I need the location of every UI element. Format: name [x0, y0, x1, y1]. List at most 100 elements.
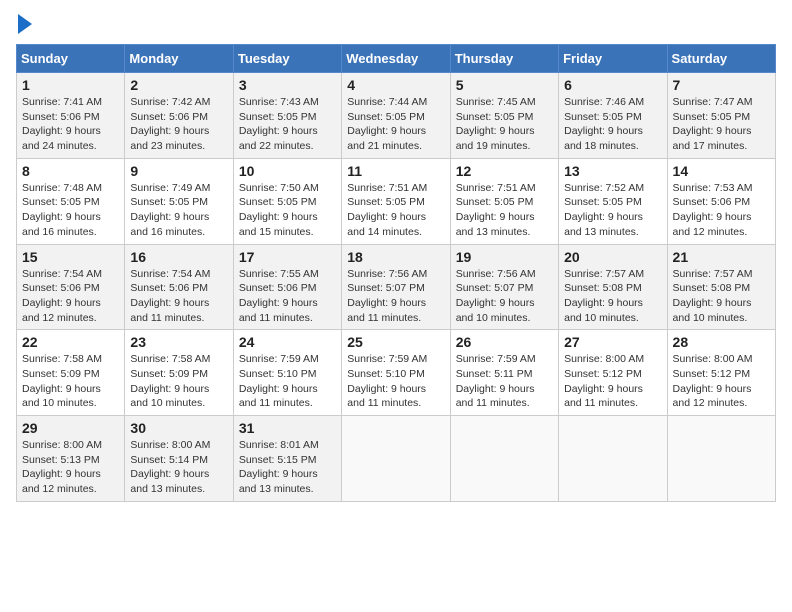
- calendar-cell: 28 Sunrise: 8:00 AMSunset: 5:12 PMDayligh…: [667, 330, 775, 416]
- day-of-week-header: Friday: [559, 45, 667, 73]
- day-detail: Sunrise: 7:50 AMSunset: 5:05 PMDaylight:…: [239, 181, 336, 240]
- calendar-cell: 16Sunrise: 7:54 AMSunset: 5:06 PMDayligh…: [125, 244, 233, 330]
- day-number: 25: [347, 334, 444, 350]
- calendar-cell: 9 Sunrise: 7:49 AMSunset: 5:05 PMDaylight…: [125, 158, 233, 244]
- day-number: 4: [347, 77, 444, 93]
- day-number: 8: [22, 163, 119, 179]
- day-detail: Sunrise: 7:51 AMSunset: 5:05 PMDaylight:…: [347, 181, 444, 240]
- day-of-week-header: Saturday: [667, 45, 775, 73]
- day-number: 22: [22, 334, 119, 350]
- day-number: 21: [673, 249, 770, 265]
- day-number: 1: [22, 77, 119, 93]
- day-detail: Sunrise: 7:44 AMSunset: 5:05 PMDaylight:…: [347, 95, 444, 154]
- calendar-cell: [342, 416, 450, 502]
- day-detail: Sunrise: 7:56 AMSunset: 5:07 PMDaylight:…: [347, 267, 444, 326]
- day-detail: Sunrise: 7:55 AMSunset: 5:06 PMDaylight:…: [239, 267, 336, 326]
- day-number: 15: [22, 249, 119, 265]
- day-detail: Sunrise: 7:42 AMSunset: 5:06 PMDaylight:…: [130, 95, 227, 154]
- day-detail: Sunrise: 7:56 AMSunset: 5:07 PMDaylight:…: [456, 267, 553, 326]
- day-detail: Sunrise: 7:45 AMSunset: 5:05 PMDaylight:…: [456, 95, 553, 154]
- calendar-week-row: 22 Sunrise: 7:58 AMSunset: 5:09 PMDayligh…: [17, 330, 776, 416]
- day-number: 29: [22, 420, 119, 436]
- day-detail: Sunrise: 7:46 AMSunset: 5:05 PMDaylight:…: [564, 95, 661, 154]
- day-number: 10: [239, 163, 336, 179]
- day-detail: Sunrise: 8:00 AMSunset: 5:13 PMDaylight:…: [22, 438, 119, 497]
- day-detail: Sunrise: 7:57 AMSunset: 5:08 PMDaylight:…: [564, 267, 661, 326]
- day-number: 14: [673, 163, 770, 179]
- day-detail: Sunrise: 7:54 AMSunset: 5:06 PMDaylight:…: [22, 267, 119, 326]
- calendar-cell: 25 Sunrise: 7:59 AMSunset: 5:10 PMDayligh…: [342, 330, 450, 416]
- day-number: 19: [456, 249, 553, 265]
- day-number: 28: [673, 334, 770, 350]
- calendar-cell: 31 Sunrise: 8:01 AMSunset: 5:15 PMDayligh…: [233, 416, 341, 502]
- calendar-week-row: 15 Sunrise: 7:54 AMSunset: 5:06 PMDayligh…: [17, 244, 776, 330]
- calendar-cell: 23 Sunrise: 7:58 AMSunset: 5:09 PMDayligh…: [125, 330, 233, 416]
- day-number: 20: [564, 249, 661, 265]
- calendar-cell: 29 Sunrise: 8:00 AMSunset: 5:13 PMDayligh…: [17, 416, 125, 502]
- calendar-cell: 10 Sunrise: 7:50 AMSunset: 5:05 PMDayligh…: [233, 158, 341, 244]
- calendar-cell: 6 Sunrise: 7:46 AMSunset: 5:05 PMDaylight…: [559, 73, 667, 159]
- header: [16, 16, 776, 34]
- calendar-cell: 27Sunrise: 8:00 AMSunset: 5:12 PMDayligh…: [559, 330, 667, 416]
- calendar-cell: 21Sunrise: 7:57 AMSunset: 5:08 PMDayligh…: [667, 244, 775, 330]
- day-detail: Sunrise: 8:00 AMSunset: 5:14 PMDaylight:…: [130, 438, 227, 497]
- day-number: 11: [347, 163, 444, 179]
- day-detail: Sunrise: 7:59 AMSunset: 5:10 PMDaylight:…: [239, 352, 336, 411]
- calendar-cell: 30 Sunrise: 8:00 AMSunset: 5:14 PMDayligh…: [125, 416, 233, 502]
- day-number: 17: [239, 249, 336, 265]
- calendar-cell: 1 Sunrise: 7:41 AMSunset: 5:06 PMDaylight…: [17, 73, 125, 159]
- day-detail: Sunrise: 7:49 AMSunset: 5:05 PMDaylight:…: [130, 181, 227, 240]
- calendar-cell: 11 Sunrise: 7:51 AMSunset: 5:05 PMDayligh…: [342, 158, 450, 244]
- day-detail: Sunrise: 7:58 AMSunset: 5:09 PMDaylight:…: [22, 352, 119, 411]
- calendar-cell: 19 Sunrise: 7:56 AMSunset: 5:07 PMDayligh…: [450, 244, 558, 330]
- day-of-week-header: Tuesday: [233, 45, 341, 73]
- logo-arrow-icon: [18, 14, 32, 34]
- day-detail: Sunrise: 7:53 AMSunset: 5:06 PMDaylight:…: [673, 181, 770, 240]
- calendar-week-row: 29 Sunrise: 8:00 AMSunset: 5:13 PMDayligh…: [17, 416, 776, 502]
- day-number: 26: [456, 334, 553, 350]
- calendar-cell: 12 Sunrise: 7:51 AMSunset: 5:05 PMDayligh…: [450, 158, 558, 244]
- day-number: 12: [456, 163, 553, 179]
- day-number: 3: [239, 77, 336, 93]
- day-number: 6: [564, 77, 661, 93]
- calendar-cell: 15 Sunrise: 7:54 AMSunset: 5:06 PMDayligh…: [17, 244, 125, 330]
- day-number: 30: [130, 420, 227, 436]
- calendar-cell: 26 Sunrise: 7:59 AMSunset: 5:11 PMDayligh…: [450, 330, 558, 416]
- day-number: 23: [130, 334, 227, 350]
- day-detail: Sunrise: 7:52 AMSunset: 5:05 PMDaylight:…: [564, 181, 661, 240]
- day-of-week-header: Monday: [125, 45, 233, 73]
- calendar-week-row: 8Sunrise: 7:48 AMSunset: 5:05 PMDaylight…: [17, 158, 776, 244]
- calendar-cell: [450, 416, 558, 502]
- day-number: 31: [239, 420, 336, 436]
- day-of-week-header: Sunday: [17, 45, 125, 73]
- day-detail: Sunrise: 7:58 AMSunset: 5:09 PMDaylight:…: [130, 352, 227, 411]
- calendar-cell: [667, 416, 775, 502]
- day-detail: Sunrise: 7:51 AMSunset: 5:05 PMDaylight:…: [456, 181, 553, 240]
- calendar-cell: [559, 416, 667, 502]
- logo: [16, 16, 32, 34]
- day-number: 7: [673, 77, 770, 93]
- day-number: 18: [347, 249, 444, 265]
- calendar-cell: 3 Sunrise: 7:43 AMSunset: 5:05 PMDaylight…: [233, 73, 341, 159]
- day-of-week-header: Thursday: [450, 45, 558, 73]
- calendar-table: SundayMondayTuesdayWednesdayThursdayFrid…: [16, 44, 776, 502]
- day-number: 13: [564, 163, 661, 179]
- day-detail: Sunrise: 7:47 AMSunset: 5:05 PMDaylight:…: [673, 95, 770, 154]
- calendar-header-row: SundayMondayTuesdayWednesdayThursdayFrid…: [17, 45, 776, 73]
- day-of-week-header: Wednesday: [342, 45, 450, 73]
- day-number: 24: [239, 334, 336, 350]
- day-detail: Sunrise: 7:59 AMSunset: 5:11 PMDaylight:…: [456, 352, 553, 411]
- calendar-cell: 18 Sunrise: 7:56 AMSunset: 5:07 PMDayligh…: [342, 244, 450, 330]
- day-detail: Sunrise: 7:43 AMSunset: 5:05 PMDaylight:…: [239, 95, 336, 154]
- day-detail: Sunrise: 7:59 AMSunset: 5:10 PMDaylight:…: [347, 352, 444, 411]
- day-detail: Sunrise: 8:00 AMSunset: 5:12 PMDaylight:…: [564, 352, 661, 411]
- calendar-cell: 17 Sunrise: 7:55 AMSunset: 5:06 PMDayligh…: [233, 244, 341, 330]
- day-detail: Sunrise: 8:01 AMSunset: 5:15 PMDaylight:…: [239, 438, 336, 497]
- calendar-cell: 14 Sunrise: 7:53 AMSunset: 5:06 PMDayligh…: [667, 158, 775, 244]
- calendar-cell: 22 Sunrise: 7:58 AMSunset: 5:09 PMDayligh…: [17, 330, 125, 416]
- day-number: 9: [130, 163, 227, 179]
- day-detail: Sunrise: 7:41 AMSunset: 5:06 PMDaylight:…: [22, 95, 119, 154]
- day-detail: Sunrise: 7:54 AMSunset: 5:06 PMDaylight:…: [130, 267, 227, 326]
- day-number: 5: [456, 77, 553, 93]
- day-detail: Sunrise: 8:00 AMSunset: 5:12 PMDaylight:…: [673, 352, 770, 411]
